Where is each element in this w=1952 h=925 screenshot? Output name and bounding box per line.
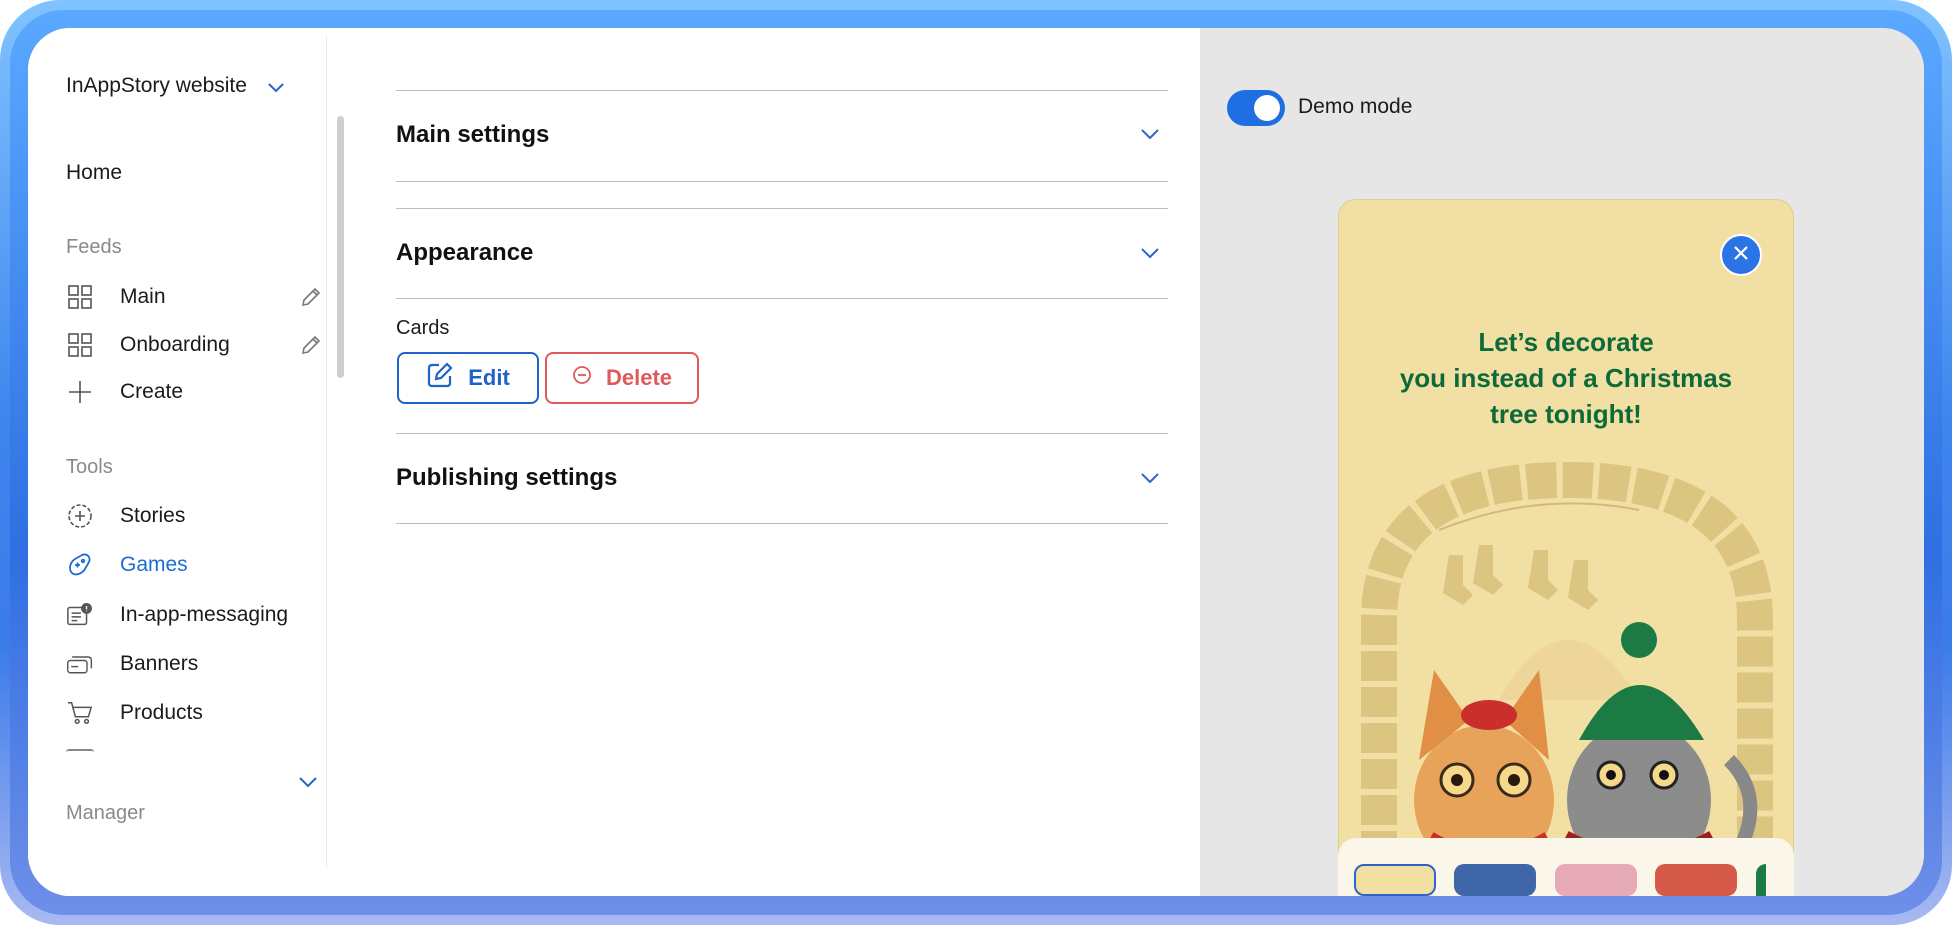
chevron-down-icon[interactable] (1140, 470, 1160, 491)
divider (396, 208, 1168, 209)
edit-feed-onboarding-pencil-icon[interactable] (300, 334, 322, 356)
nav-tool-in-app-messaging-label: In-app-messaging (120, 603, 289, 626)
demo-mode-toggle[interactable] (1227, 90, 1285, 126)
nav-home[interactable]: Home (66, 161, 122, 185)
divider (396, 433, 1168, 434)
chevron-down-icon[interactable] (1140, 126, 1160, 147)
cards-label: Cards (396, 317, 450, 339)
gamepad-icon (66, 551, 94, 579)
workspace-switcher[interactable]: InAppStory website (66, 74, 284, 98)
story-title-line-3: tree tonight! (1490, 399, 1642, 429)
chevron-down-icon (267, 78, 284, 94)
chevron-down-icon[interactable] (1140, 245, 1160, 266)
story-thumbnail[interactable] (1354, 864, 1436, 896)
plus-icon (66, 378, 94, 406)
nav-tool-stories[interactable]: Stories (66, 500, 185, 532)
story-preview (1338, 199, 1794, 896)
nav-tool-products[interactable]: Products (66, 697, 203, 729)
delete-button[interactable]: Delete (545, 352, 699, 404)
cart-icon (66, 699, 94, 727)
delete-button-label: Delete (605, 365, 673, 390)
accordion-main-settings[interactable]: Main settings (396, 121, 549, 149)
banners-icon (66, 650, 94, 678)
nav-feed-create[interactable]: Create (66, 376, 183, 408)
grid-icon (66, 331, 94, 359)
nav-tool-banners[interactable]: Banners (66, 648, 198, 680)
accordion-publishing-settings[interactable]: Publishing settings (396, 464, 617, 492)
nav-tool-stories-label: Stories (120, 504, 186, 527)
stories-icon (66, 502, 94, 530)
grid-icon (66, 283, 94, 311)
story-title-line-1: Let’s decorate (1478, 327, 1654, 357)
minus-circle-icon (572, 365, 592, 391)
nav-tool-games-label: Games (120, 553, 188, 576)
nav-feed-main-label: Main (120, 285, 166, 308)
nav-feed-create-label: Create (120, 380, 184, 403)
section-tools: Tools (66, 456, 113, 478)
demo-mode-label: Demo mode (1298, 95, 1413, 118)
edit-icon (426, 361, 454, 395)
nav-tool-games[interactable]: Games (66, 549, 188, 581)
fireplace-illustration (1361, 461, 1773, 895)
divider (396, 298, 1168, 299)
nav-next-item-partial-icon (66, 749, 94, 755)
sidebar-scrollbar[interactable] (337, 116, 344, 378)
nav-tool-in-app-messaging[interactable]: In-app-messaging (66, 599, 288, 631)
edit-feed-main-pencil-icon[interactable] (300, 286, 322, 308)
sidebar-divider (326, 35, 327, 868)
story-thumbnail[interactable] (1454, 864, 1536, 896)
story-thumbnail[interactable] (1756, 864, 1766, 896)
section-manager: Manager (66, 802, 145, 824)
story-close-button[interactable] (1720, 234, 1762, 276)
edit-button-label: Edit (468, 365, 510, 390)
chevron-down-icon[interactable] (298, 773, 318, 796)
nav-tool-banners-label: Banners (120, 652, 199, 675)
divider (396, 90, 1168, 91)
workspace-name: InAppStory website (66, 74, 247, 97)
story-title: Let’s decorate you instead of a Christma… (1338, 324, 1794, 432)
toggle-knob (1254, 95, 1280, 121)
divider (396, 181, 1168, 182)
divider (396, 523, 1168, 524)
message-icon (66, 601, 94, 629)
nav-feed-main[interactable]: Main (66, 281, 166, 313)
nav-feed-onboarding-label: Onboarding (120, 333, 230, 356)
edit-button[interactable]: Edit (397, 352, 539, 404)
accordion-appearance[interactable]: Appearance (396, 239, 533, 267)
close-icon (1732, 244, 1750, 267)
nav-tool-products-label: Products (120, 701, 203, 724)
section-feeds: Feeds (66, 236, 122, 258)
nav-feed-onboarding[interactable]: Onboarding (66, 329, 230, 361)
story-title-line-2: you instead of a Christmas (1399, 363, 1733, 393)
story-thumbnail[interactable] (1655, 864, 1737, 896)
story-thumbnail[interactable] (1555, 864, 1637, 896)
